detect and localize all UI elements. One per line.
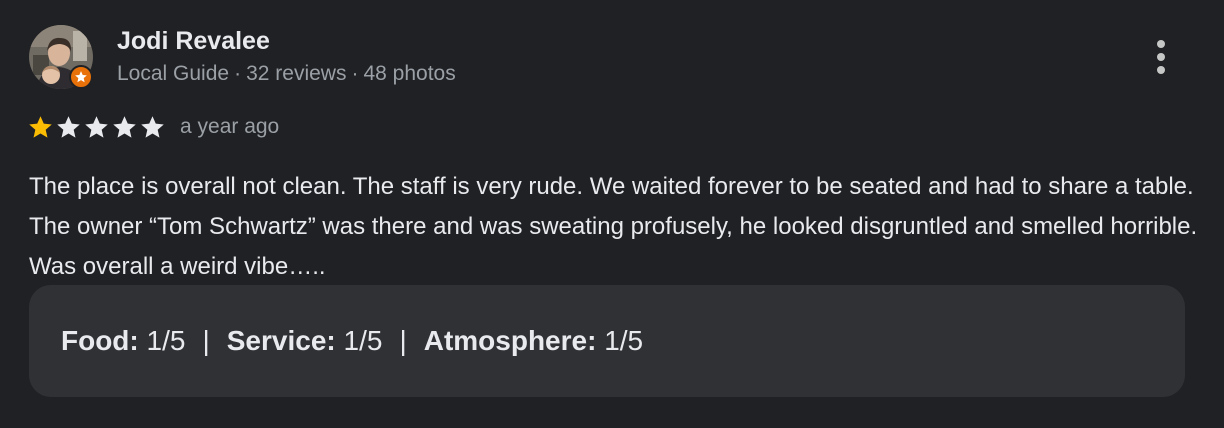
meta-separator: · [234, 62, 242, 85]
review-card: Jodi Revalee Local Guide · 32 reviews · 48 p… [0, 0, 1224, 428]
local-guide-badge [69, 65, 93, 89]
rating-service: Service: 1/5 [227, 325, 383, 357]
star-empty-icon [141, 115, 164, 138]
rating-row: a year ago [27, 112, 279, 142]
more-vert-icon-dot [1157, 66, 1165, 74]
rating-label: Atmosphere: [423, 325, 597, 356]
photo-count: 48 photos [363, 62, 456, 85]
review-text: The place is overall not clean. The staf… [29, 173, 1198, 280]
rating-value: 1/5 [146, 325, 186, 356]
review-date: a year ago [180, 115, 280, 138]
author-name[interactable]: Jodi Revalee [117, 26, 270, 56]
star-empty-icon [85, 115, 108, 138]
rating-atmosphere: Atmosphere: 1/5 [424, 325, 643, 357]
star-empty-icon [113, 115, 136, 138]
more-vert-icon-dot [1157, 53, 1165, 61]
rating-label: Service: [226, 325, 336, 356]
more-vert-icon [1157, 40, 1165, 48]
author-meta[interactable]: Local Guide · 32 reviews · 48 photos [117, 61, 456, 87]
rating-label: Food: [61, 325, 139, 356]
avatar[interactable] [29, 25, 93, 89]
rating-divider: | [202, 325, 210, 356]
review-count: 32 reviews [246, 62, 347, 85]
star-icon [75, 71, 87, 83]
star-empty-icon [57, 115, 80, 138]
rating-value: 1/5 [343, 325, 383, 356]
meta-separator: · [351, 62, 359, 85]
rating-food: Food: 1/5 [61, 325, 185, 357]
rating-divider: | [399, 325, 407, 356]
more-options-button[interactable] [1140, 36, 1182, 78]
sub-ratings: Food: 1/5 | Service: 1/5 | Atmosphere: 1… [29, 285, 1185, 397]
star-filled-icon [29, 115, 52, 138]
star-rating [27, 114, 166, 141]
rating-value: 1/5 [604, 325, 644, 356]
local-guide-label: Local Guide [117, 62, 230, 85]
